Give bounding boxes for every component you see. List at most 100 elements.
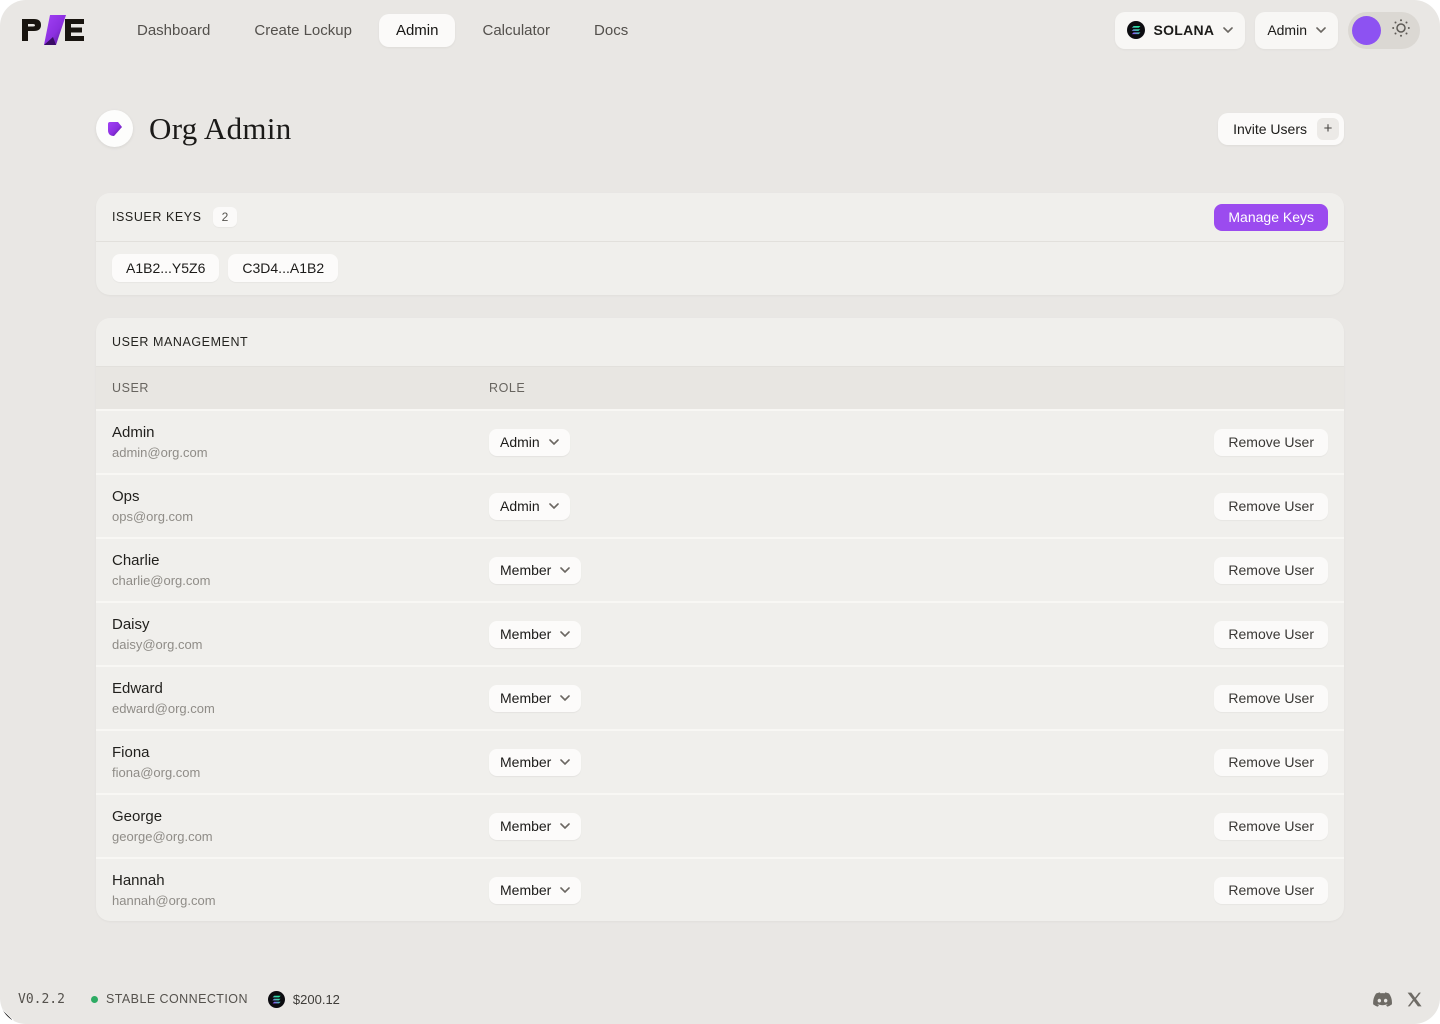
user-table-row: George george@org.com Member Remove User xyxy=(96,793,1344,857)
user-email: george@org.com xyxy=(112,829,489,844)
theme-toggle-knob xyxy=(1352,16,1381,45)
remove-user-button[interactable]: Remove User xyxy=(1214,749,1328,776)
remove-user-button[interactable]: Remove User xyxy=(1214,685,1328,712)
nav-dashboard[interactable]: Dashboard xyxy=(120,14,227,47)
user-table-row: Admin admin@org.com Admin Remove User xyxy=(96,409,1344,473)
discord-icon[interactable] xyxy=(1373,992,1392,1007)
issuer-keys-header: ISSUER KEYS 2 Manage Keys xyxy=(96,193,1344,242)
user-management-header: USER MANAGEMENT xyxy=(96,318,1344,367)
org-shield-icon xyxy=(104,118,126,140)
role-dropdown[interactable]: Member xyxy=(489,685,581,712)
remove-user-button[interactable]: Remove User xyxy=(1214,493,1328,520)
role-cell: Admin xyxy=(489,429,1214,456)
role-cell: Admin xyxy=(489,493,1214,520)
network-selector[interactable]: SOLANA xyxy=(1115,12,1246,49)
network-label: SOLANA xyxy=(1154,22,1215,38)
user-management-card: USER MANAGEMENT USER ROLE Admin admin@or… xyxy=(96,318,1344,921)
role-dropdown[interactable]: Member xyxy=(489,557,581,584)
issuer-keys-count-badge: 2 xyxy=(213,207,238,227)
user-email: fiona@org.com xyxy=(112,765,489,780)
role-dropdown[interactable]: Member xyxy=(489,877,581,904)
account-menu[interactable]: Admin xyxy=(1255,12,1338,49)
role-value: Member xyxy=(500,562,551,578)
remove-user-button[interactable]: Remove User xyxy=(1214,429,1328,456)
manage-keys-button[interactable]: Manage Keys xyxy=(1214,204,1328,231)
issuer-key-chip[interactable]: C3D4...A1B2 xyxy=(228,254,338,282)
user-email: ops@org.com xyxy=(112,509,489,524)
user-email: daisy@org.com xyxy=(112,637,489,652)
chevron-down-icon xyxy=(560,823,570,829)
role-value: Member xyxy=(500,626,551,642)
user-name: Ops xyxy=(112,488,489,505)
role-cell: Member xyxy=(489,621,1214,648)
remove-user-button[interactable]: Remove User xyxy=(1214,877,1328,904)
user-table-row: Daisy daisy@org.com Member Remove User xyxy=(96,601,1344,665)
role-value: Member xyxy=(500,754,551,770)
nav-calculator[interactable]: Calculator xyxy=(465,14,567,47)
user-table-row: Hannah hannah@org.com Member Remove User xyxy=(96,857,1344,921)
chevron-down-icon xyxy=(560,567,570,573)
issuer-keys-card: ISSUER KEYS 2 Manage Keys A1B2...Y5Z6 C3… xyxy=(96,193,1344,295)
remove-user-button[interactable]: Remove User xyxy=(1214,621,1328,648)
role-dropdown[interactable]: Admin xyxy=(489,429,570,456)
role-cell: Member xyxy=(489,877,1214,904)
remove-user-button[interactable]: Remove User xyxy=(1214,813,1328,840)
user-name: Admin xyxy=(112,424,489,441)
column-header-role: ROLE xyxy=(489,381,1328,395)
role-dropdown[interactable]: Admin xyxy=(489,493,570,520)
app-logo[interactable] xyxy=(20,13,86,47)
chevron-down-icon xyxy=(549,503,559,509)
role-cell: Member xyxy=(489,557,1214,584)
main-content: Org Admin Invite Users + ISSUER KEYS 2 M… xyxy=(0,110,1440,921)
user-name: Charlie xyxy=(112,552,489,569)
role-cell: Member xyxy=(489,813,1214,840)
nav-docs[interactable]: Docs xyxy=(577,14,645,47)
user-table-row: Fiona fiona@org.com Member Remove User xyxy=(96,729,1344,793)
chevron-down-icon xyxy=(549,439,559,445)
chevron-down-icon xyxy=(1223,27,1233,33)
issuer-keys-list: A1B2...Y5Z6 C3D4...A1B2 xyxy=(96,242,1344,295)
role-dropdown[interactable]: Member xyxy=(489,621,581,648)
sun-icon xyxy=(1391,18,1411,43)
user-email: admin@org.com xyxy=(112,445,489,460)
status-bar: V0.2.2 STABLE CONNECTION $200.12 xyxy=(0,974,1440,1024)
user-cell: George george@org.com xyxy=(112,808,489,844)
role-cell: Member xyxy=(489,685,1214,712)
invite-users-label: Invite Users xyxy=(1233,121,1307,137)
nav-create-lockup[interactable]: Create Lockup xyxy=(237,14,369,47)
role-dropdown[interactable]: Member xyxy=(489,749,581,776)
solana-coin-icon xyxy=(268,991,285,1008)
plus-icon: + xyxy=(1317,118,1339,140)
user-email: charlie@org.com xyxy=(112,573,489,588)
role-value: Member xyxy=(500,818,551,834)
user-table-row: Charlie charlie@org.com Member Remove Us… xyxy=(96,537,1344,601)
page-header: Org Admin Invite Users + xyxy=(96,110,1344,147)
x-twitter-icon[interactable] xyxy=(1407,992,1422,1007)
sol-balance: $200.12 xyxy=(268,991,340,1008)
nav-admin[interactable]: Admin xyxy=(379,14,456,47)
role-value: Admin xyxy=(500,434,540,450)
user-name: George xyxy=(112,808,489,825)
role-cell: Member xyxy=(489,749,1214,776)
role-dropdown[interactable]: Member xyxy=(489,813,581,840)
role-value: Admin xyxy=(500,498,540,514)
role-value: Member xyxy=(500,882,551,898)
remove-user-button[interactable]: Remove User xyxy=(1214,557,1328,584)
balance-amount: $200.12 xyxy=(293,992,340,1007)
user-cell: Admin admin@org.com xyxy=(112,424,489,460)
column-header-user: USER xyxy=(112,381,489,395)
nav-right-controls: SOLANA Admin xyxy=(1115,12,1420,49)
account-menu-label: Admin xyxy=(1267,22,1307,38)
user-name: Hannah xyxy=(112,872,489,889)
user-management-label: USER MANAGEMENT xyxy=(112,335,248,349)
user-cell: Edward edward@org.com xyxy=(112,680,489,716)
connection-status-label: STABLE CONNECTION xyxy=(106,992,248,1006)
theme-toggle[interactable] xyxy=(1348,12,1420,49)
issuer-keys-label: ISSUER KEYS xyxy=(112,210,202,224)
invite-users-button[interactable]: Invite Users + xyxy=(1218,113,1344,145)
chevron-down-icon xyxy=(560,759,570,765)
solana-icon xyxy=(1127,21,1145,39)
user-table-row: Ops ops@org.com Admin Remove User xyxy=(96,473,1344,537)
page-title: Org Admin xyxy=(149,111,292,147)
issuer-key-chip[interactable]: A1B2...Y5Z6 xyxy=(112,254,219,282)
